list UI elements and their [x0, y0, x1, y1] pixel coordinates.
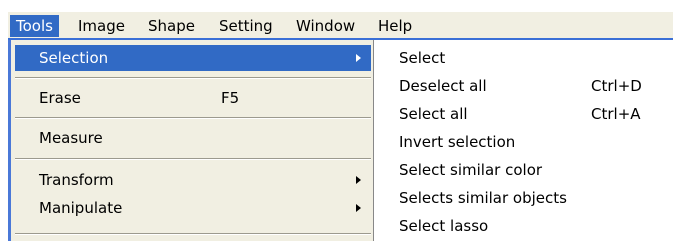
- submenu-item-label: Invert selection: [399, 133, 516, 151]
- submenu-item-shortcut: Ctrl+A: [591, 105, 641, 123]
- menu-window[interactable]: Window: [290, 15, 361, 37]
- submenu-item-label: Selects similar objects: [399, 189, 567, 207]
- submenu-item-label: Select similar color: [399, 161, 543, 179]
- submenu-item-deselect-all[interactable]: Deselect all Ctrl+D: [375, 73, 673, 99]
- menu-image[interactable]: Image: [72, 15, 131, 37]
- menu-tools[interactable]: Tools: [10, 15, 59, 37]
- submenu-item-label: Select lasso: [399, 217, 489, 235]
- submenu-item-label: Select all: [399, 105, 468, 123]
- menu-separator: [15, 77, 371, 79]
- submenu-item-label: Deselect all: [399, 77, 487, 95]
- menu-item-label: Selection: [39, 49, 109, 67]
- menu-separator: [15, 233, 371, 235]
- submenu-item-select-similar-color[interactable]: Select similar color: [375, 157, 673, 183]
- submenu-item-selects-similar-objects[interactable]: Selects similar objects: [375, 185, 673, 211]
- menu-separator: [15, 117, 371, 119]
- menu-shape[interactable]: Shape: [142, 15, 201, 37]
- menu-item-selection[interactable]: Selection: [15, 45, 371, 71]
- menu-separator: [15, 158, 371, 160]
- submenu-item-shortcut: Ctrl+D: [591, 77, 642, 95]
- submenu-arrow-icon: [356, 54, 361, 62]
- menu-item-shortcut: F5: [221, 89, 240, 107]
- submenu-item-label: Select: [399, 49, 446, 67]
- submenu-arrow-icon: [356, 204, 361, 212]
- menu-item-erase[interactable]: Erase F5: [15, 85, 371, 111]
- menu-bar: Tools Image Shape Setting Window Help: [8, 12, 673, 40]
- submenu-item-select-lasso[interactable]: Select lasso: [375, 213, 673, 239]
- menu-help[interactable]: Help: [372, 15, 418, 37]
- menu-item-measure[interactable]: Measure: [15, 125, 371, 151]
- submenu-item-select-all[interactable]: Select all Ctrl+A: [375, 101, 673, 127]
- menu-item-label: Transform: [39, 171, 114, 189]
- app-window: Tools Image Shape Setting Window Help Se…: [0, 0, 673, 241]
- menu-setting[interactable]: Setting: [213, 15, 279, 37]
- menu-item-manipulate[interactable]: Manipulate: [15, 195, 371, 221]
- menu-item-label: Manipulate: [39, 199, 123, 217]
- submenu-item-select[interactable]: Select: [375, 45, 673, 71]
- submenu-arrow-icon: [356, 176, 361, 184]
- menu-item-transform[interactable]: Transform: [15, 167, 371, 193]
- menu-item-label: Measure: [39, 129, 103, 147]
- submenu-item-invert-selection[interactable]: Invert selection: [375, 129, 673, 155]
- menu-item-label: Erase: [39, 89, 81, 107]
- tools-dropdown-menu: Selection Erase F5 Measure Transform Man…: [8, 40, 374, 241]
- selection-submenu: Select Deselect all Ctrl+D Select all Ct…: [375, 40, 673, 241]
